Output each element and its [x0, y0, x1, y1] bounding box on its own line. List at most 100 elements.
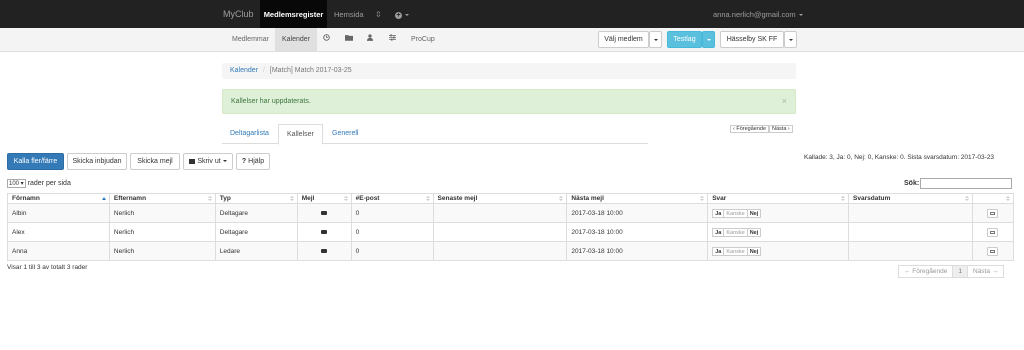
- svar-kanske-button[interactable]: Kanske: [723, 227, 748, 237]
- col-senaste-mejl[interactable]: Senaste mejl: [432, 193, 568, 204]
- record-pager: ‹ Föregående Nästa ›: [730, 125, 793, 134]
- col-actions: [971, 193, 1015, 204]
- col-label: Nästa mejl: [571, 195, 604, 202]
- send-mail-button[interactable]: [987, 227, 999, 237]
- cell-svar: Ja Kanske Nej: [707, 241, 850, 261]
- svar-nej-button[interactable]: Nej: [746, 208, 762, 218]
- testlag-dropdown[interactable]: [702, 31, 715, 48]
- search-input[interactable]: [920, 178, 1012, 189]
- cell-svarsdatum: [848, 222, 973, 242]
- svar-kanske-button[interactable]: Kanske: [723, 246, 748, 256]
- folder-icon[interactable]: [345, 28, 353, 51]
- col-label: Typ: [219, 195, 231, 202]
- rows-per-page-select[interactable]: 100 ▾: [7, 179, 26, 188]
- col-fornamn[interactable]: Förnamn: [7, 193, 110, 204]
- cell-svar: Ja Kanske Nej: [707, 203, 850, 223]
- col-nasta-mejl[interactable]: Nästa mejl: [566, 193, 709, 204]
- col-mejl[interactable]: Mejl: [296, 193, 352, 204]
- svar-nej-button[interactable]: Nej: [746, 227, 762, 237]
- breadcrumb-current: [Match] Match 2017-03-25: [269, 67, 352, 74]
- pagination-prev[interactable]: ← Föregående: [898, 265, 954, 278]
- breadcrumb: Kalender / [Match] Match 2017-03-25: [222, 63, 796, 79]
- subnav-procup[interactable]: ProCup: [411, 28, 435, 51]
- col-label: Efternamn: [113, 195, 147, 202]
- skriv-ut-button[interactable]: Skriv ut: [183, 153, 233, 170]
- sort-icon: [841, 196, 846, 202]
- cell-fornamn: Anna: [7, 241, 110, 261]
- send-mail-button[interactable]: [987, 208, 999, 218]
- tab-generell[interactable]: Generell: [324, 124, 366, 144]
- cell-svarsdatum: [848, 241, 973, 261]
- col-svar[interactable]: Svar: [707, 193, 850, 204]
- svar-nej-button[interactable]: Nej: [746, 246, 762, 256]
- tab-kallelser[interactable]: Kallelser: [278, 124, 323, 145]
- updown-icon[interactable]: ⇳: [375, 10, 382, 19]
- cell-epost: 0: [350, 222, 434, 242]
- breadcrumb-kalender[interactable]: Kalender: [230, 67, 258, 74]
- sub-navbar: Medlemmar Kalender ProCup Välj medlem Te…: [0, 28, 1024, 52]
- cell-senaste: [432, 241, 568, 261]
- col-efternamn[interactable]: Efternamn: [108, 193, 216, 204]
- caret-down-icon: [653, 39, 658, 41]
- pagination-next[interactable]: Nästa →: [967, 265, 1005, 278]
- search-label: Sök:: [904, 180, 920, 187]
- nav-medlemsregister[interactable]: Medlemsregister: [260, 0, 327, 28]
- cell-fornamn: Alex: [7, 222, 110, 242]
- caret-down-icon: [798, 14, 803, 17]
- cell-typ: Deltagare: [214, 203, 298, 223]
- col-label: Mejl: [301, 195, 315, 202]
- tab-deltagarlista[interactable]: Deltagarlista: [222, 124, 277, 144]
- tab-bar: Deltagarlista Kallelser Generell: [222, 124, 648, 145]
- table-info: Visar 1 till 3 av totalt 3 rader: [7, 264, 88, 271]
- cell-epost: 0: [350, 203, 434, 223]
- subnav-kalender[interactable]: Kalender: [275, 28, 318, 51]
- cell-svar: Ja Kanske Nej: [707, 222, 850, 242]
- cell-actions: [971, 222, 1015, 242]
- question-icon: ?: [241, 158, 247, 165]
- sort-asc-icon: [101, 197, 106, 200]
- col-label: Förnamn: [12, 195, 40, 202]
- hjalp-button[interactable]: ? Hjälp: [236, 153, 270, 170]
- envelope-icon: [321, 210, 328, 215]
- cell-actions: [971, 241, 1015, 261]
- caret-down-icon: [706, 39, 711, 41]
- envelope-icon: [321, 248, 328, 253]
- sort-icon: [964, 196, 969, 202]
- sort-icon: [289, 196, 294, 202]
- nav-add-menu[interactable]: +: [395, 10, 409, 19]
- club-dropdown[interactable]: [784, 31, 797, 48]
- club-button[interactable]: Hässelby SK FF: [720, 31, 784, 48]
- send-mail-button[interactable]: [987, 246, 999, 256]
- sort-icon: [559, 196, 564, 202]
- cell-nasta: 2017-03-18 10:00: [566, 203, 709, 223]
- user-menu[interactable]: anna.nerlich@gmail.com: [713, 10, 803, 19]
- cell-svarsdatum: [848, 203, 973, 223]
- pagination-page[interactable]: 1: [952, 265, 968, 278]
- testlag-button[interactable]: Testlag: [667, 31, 702, 48]
- col-epost[interactable]: #E-post: [350, 193, 434, 204]
- valj-medlem-button[interactable]: Välj medlem: [598, 31, 649, 48]
- cell-nasta: 2017-03-18 10:00: [566, 222, 709, 242]
- rows-per-page-value: 100: [9, 181, 20, 187]
- brand-logo[interactable]: MyClub: [223, 9, 254, 19]
- sliders-icon[interactable]: [389, 28, 396, 51]
- user-icon[interactable]: [367, 28, 373, 51]
- cell-mejl: [296, 222, 352, 242]
- nav-hemsida[interactable]: Hemsida: [334, 10, 364, 19]
- col-typ[interactable]: Typ: [214, 193, 298, 204]
- sort-icon: [207, 196, 212, 202]
- top-navbar: MyClub Medlemsregister Hemsida ⇳ + anna.…: [0, 0, 1024, 28]
- rows-per-page-label: rader per sida: [27, 180, 71, 187]
- next-record-button[interactable]: Nästa ›: [769, 125, 793, 133]
- subnav-medlemmar[interactable]: Medlemmar: [232, 28, 269, 51]
- col-svarsdatum[interactable]: Svarsdatum: [848, 193, 973, 204]
- clock-icon[interactable]: [323, 28, 330, 51]
- table-row: Albin Nerlich Deltagare 0 2017-03-18 10:…: [7, 203, 1015, 223]
- svar-kanske-button[interactable]: Kanske: [723, 208, 748, 218]
- skicka-inbjudan-button[interactable]: Skicka inbjudan: [67, 153, 127, 170]
- valj-medlem-dropdown[interactable]: [649, 31, 662, 48]
- skicka-mejl-button[interactable]: Skicka mejl: [130, 153, 180, 170]
- kalla-button[interactable]: Kalla fler/färre: [7, 153, 64, 170]
- prev-record-button[interactable]: ‹ Föregående: [730, 125, 770, 133]
- close-icon[interactable]: ×: [782, 96, 787, 106]
